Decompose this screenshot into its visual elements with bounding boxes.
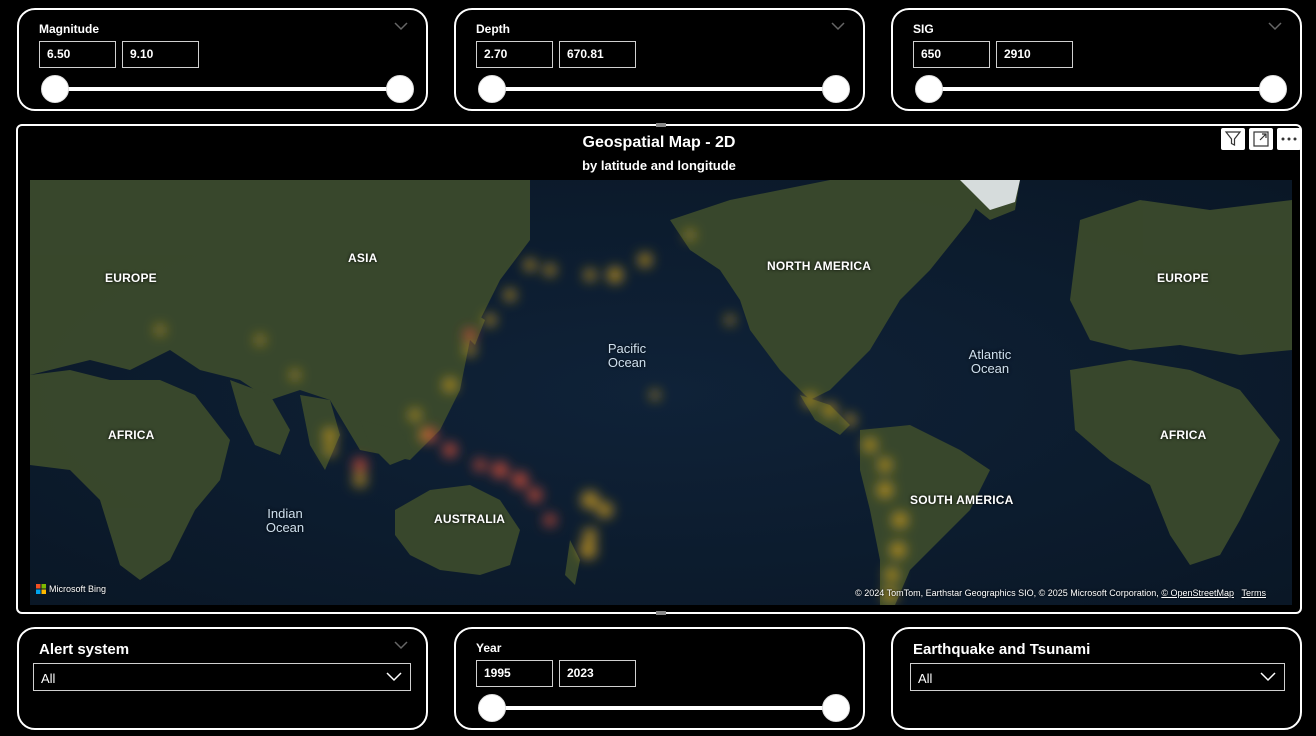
geospatial-map-visual[interactable]: Geospatial Map - 2D by latitude and long…: [16, 123, 1302, 615]
year-slider-max-thumb[interactable]: [822, 694, 850, 722]
sig-slicer: SIG 650 2910: [891, 8, 1302, 111]
year-slicer: Year 1995 2023: [454, 627, 865, 730]
magnitude-min-input[interactable]: 6.50: [39, 41, 116, 68]
earthquake-tsunami-title: Earthquake and Tsunami: [913, 641, 1091, 658]
filter-icon[interactable]: [1221, 128, 1245, 150]
depth-slider-track[interactable]: [492, 87, 838, 91]
resize-handle[interactable]: [656, 123, 666, 127]
map-subtitle: by latitude and longitude: [582, 158, 736, 173]
microsoft-logo-icon: [36, 584, 46, 594]
ocean-label-atlantic: Atlantic Ocean: [968, 347, 1012, 376]
depth-title: Depth: [476, 22, 510, 36]
magnitude-slider-track[interactable]: [55, 87, 401, 91]
earthquake-tsunami-dropdown[interactable]: All: [910, 663, 1285, 691]
resize-handle[interactable]: [656, 611, 666, 615]
map-title: Geospatial Map - 2D: [582, 134, 736, 151]
sig-slider-max-thumb[interactable]: [1259, 75, 1287, 103]
focus-mode-icon[interactable]: [1249, 128, 1273, 150]
bing-logo-text: Microsoft Bing: [49, 584, 107, 594]
year-title: Year: [476, 641, 502, 655]
terms-link[interactable]: Terms: [1242, 588, 1267, 598]
magnitude-title: Magnitude: [39, 22, 99, 36]
earthquake-tsunami-value: All: [918, 671, 933, 686]
magnitude-max-input[interactable]: 9.10: [122, 41, 199, 68]
continent-label-africa-right: AFRICA: [1160, 428, 1207, 442]
continent-label-asia: ASIA: [348, 251, 378, 265]
world-map-graphic: [30, 180, 1292, 605]
depth-slider-max-thumb[interactable]: [822, 75, 850, 103]
ocean-label-pacific: Pacific Ocean: [607, 341, 647, 370]
more-options-icon[interactable]: [1277, 128, 1301, 150]
depth-max-input[interactable]: 670.81: [559, 41, 636, 68]
continent-label-north-america: NORTH AMERICA: [767, 259, 872, 273]
continent-label-south-america: SOUTH AMERICA: [910, 493, 1014, 507]
depth-slider-min-thumb[interactable]: [478, 75, 506, 103]
map-canvas[interactable]: EUROPE ASIA AFRICA AUSTRALIA NORTH AMERI…: [30, 180, 1292, 605]
magnitude-slicer: Magnitude 6.50 9.10: [17, 8, 428, 111]
year-min-input[interactable]: 1995: [476, 660, 553, 687]
chevron-down-icon[interactable]: [394, 641, 408, 650]
year-slider-track[interactable]: [492, 706, 838, 710]
sig-title: SIG: [913, 22, 934, 36]
attribution-text: © 2024 TomTom, Earthstar Geographics SIO…: [855, 588, 1162, 598]
depth-min-input[interactable]: 2.70: [476, 41, 553, 68]
sig-max-input[interactable]: 2910: [996, 41, 1073, 68]
earthquake-tsunami-slicer: Earthquake and Tsunami All: [891, 627, 1302, 730]
sig-slider-min-thumb[interactable]: [915, 75, 943, 103]
continent-label-australia: AUSTRALIA: [434, 512, 506, 526]
alert-system-dropdown[interactable]: All: [33, 663, 411, 691]
chevron-down-icon[interactable]: [831, 22, 845, 31]
magnitude-slider-max-thumb[interactable]: [386, 75, 414, 103]
year-slider-min-thumb[interactable]: [478, 694, 506, 722]
bing-logo: Microsoft Bing: [36, 584, 106, 594]
chevron-down-icon[interactable]: [1268, 22, 1282, 31]
continent-label-africa-left: AFRICA: [108, 428, 155, 442]
depth-slicer: Depth 2.70 670.81: [454, 8, 865, 111]
year-max-input[interactable]: 2023: [559, 660, 636, 687]
sig-slider-track[interactable]: [929, 87, 1275, 91]
alert-system-title: Alert system: [39, 641, 130, 658]
magnitude-slider-min-thumb[interactable]: [41, 75, 69, 103]
map-attribution: © 2024 TomTom, Earthstar Geographics SIO…: [855, 588, 1266, 598]
alert-system-value: All: [41, 671, 56, 686]
chevron-down-icon: [386, 672, 402, 682]
continent-label-europe-left: EUROPE: [105, 271, 157, 285]
alert-system-slicer: Alert system All: [17, 627, 428, 730]
continent-label-europe-right: EUROPE: [1157, 271, 1209, 285]
chevron-down-icon[interactable]: [394, 22, 408, 31]
ocean-label-indian: Indian Ocean: [265, 506, 305, 535]
sig-min-input[interactable]: 650: [913, 41, 990, 68]
chevron-down-icon: [1260, 672, 1276, 682]
openstreetmap-link[interactable]: © OpenStreetMap: [1161, 588, 1234, 598]
